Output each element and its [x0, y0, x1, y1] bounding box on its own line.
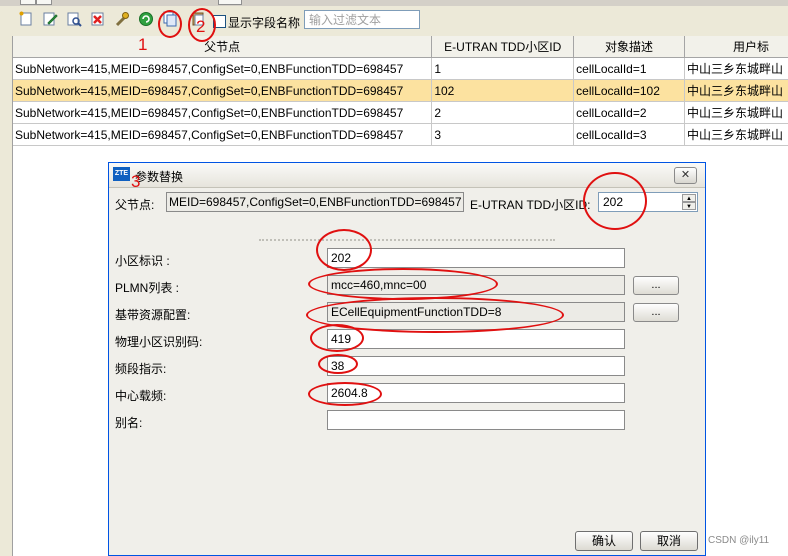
cell-description: cellLocalId=2	[573, 101, 685, 124]
filter-input[interactable]	[304, 10, 420, 29]
cell-user-label: 中山三乡东城畔山	[684, 101, 788, 124]
cell-parent: SubNetwork=415,MEID=698457,ConfigSet=0,E…	[13, 79, 433, 102]
delete-icon[interactable]	[89, 10, 107, 28]
top-tab[interactable]	[20, 0, 36, 5]
annotation-circle	[308, 382, 382, 406]
annotation-circle	[316, 229, 372, 271]
column-header-description[interactable]: 对象描述	[573, 36, 685, 58]
plmn-list-browse-button[interactable]: ...	[633, 276, 679, 295]
table-row-selected[interactable]: SubNetwork=415,MEID=698457,ConfigSet=0,E…	[13, 79, 788, 102]
alias-field[interactable]	[327, 410, 625, 430]
zte-logo: ZTE	[113, 167, 130, 181]
cell-cell-id: 2	[431, 101, 575, 124]
spinner-down-icon[interactable]: ▼	[682, 202, 696, 210]
top-tab[interactable]	[36, 0, 52, 5]
field-label-center-frequency: 中心载频:	[115, 389, 167, 403]
cell-description: cellLocalId=102	[573, 79, 685, 102]
wrench-icon[interactable]	[113, 10, 131, 28]
cell-cell-id: 3	[431, 123, 575, 146]
show-field-names-label: 显示字段名称	[228, 16, 301, 30]
watermark: CSDN @ily11	[708, 535, 770, 546]
view-icon[interactable]	[65, 10, 83, 28]
top-tab[interactable]	[218, 0, 242, 5]
annotation-circle	[583, 172, 647, 230]
parent-node-field[interactable]: MEID=698457,ConfigSet=0,ENBFunctionTDD=6…	[166, 192, 464, 212]
cell-cell-id: 102	[431, 79, 575, 102]
field-label-alias: 别名:	[115, 416, 143, 430]
cell-cell-id: 1	[431, 57, 575, 80]
cell-parent: SubNetwork=415,MEID=698457,ConfigSet=0,E…	[13, 123, 433, 146]
table-header-row: 父节点 E-UTRAN TDD小区ID 对象描述 用户标	[13, 36, 788, 58]
edit-icon[interactable]	[41, 10, 59, 28]
annotation-circle	[310, 324, 364, 352]
field-label-cell-identity: 小区标识 :	[115, 254, 170, 268]
field-label-plmn-list: PLMN列表 :	[115, 281, 180, 295]
close-button[interactable]: ✕	[674, 167, 697, 184]
ok-button[interactable]: 确认	[575, 531, 633, 551]
annotation-number: 1	[138, 35, 148, 54]
cell-description: cellLocalId=3	[573, 123, 685, 146]
cell-description: cellLocalId=1	[573, 57, 685, 80]
cell-id-label: E-UTRAN TDD小区ID:	[470, 198, 591, 212]
table-row[interactable]: SubNetwork=415,MEID=698457,ConfigSet=0,E…	[13, 57, 788, 80]
left-gutter	[0, 36, 12, 556]
parent-node-label: 父节点:	[115, 198, 155, 212]
annotation-number: 2	[196, 17, 206, 36]
column-header-cell-id[interactable]: E-UTRAN TDD小区ID	[431, 36, 575, 58]
cell-parent: SubNetwork=415,MEID=698457,ConfigSet=0,E…	[13, 57, 433, 80]
annotation-number: 3	[131, 172, 141, 191]
column-header-parent[interactable]: 父节点	[13, 36, 433, 58]
annotation-circle	[318, 354, 358, 374]
spinner-up-icon[interactable]: ▲	[682, 194, 696, 202]
new-icon[interactable]	[17, 10, 35, 28]
annotation-circle	[308, 268, 498, 300]
refresh-icon[interactable]	[137, 10, 155, 28]
separator	[259, 239, 555, 241]
band-indicator-field[interactable]: 38	[327, 356, 625, 376]
cancel-button[interactable]: 取消	[640, 531, 698, 551]
field-label-pci: 物理小区识别码:	[115, 335, 203, 349]
field-label-band-indicator: 频段指示:	[115, 362, 167, 376]
table-row[interactable]: SubNetwork=415,MEID=698457,ConfigSet=0,E…	[13, 101, 788, 124]
column-header-user-label[interactable]: 用户标	[684, 36, 788, 58]
table-row[interactable]: SubNetwork=415,MEID=698457,ConfigSet=0,E…	[13, 123, 788, 146]
baseband-resource-browse-button[interactable]: ...	[633, 303, 679, 322]
cell-user-label: 中山三乡东城畔山	[684, 123, 788, 146]
cell-user-label: 中山三乡东城畔山	[684, 79, 788, 102]
field-label-baseband-resource: 基带资源配置:	[115, 308, 191, 322]
dialog-title: 参数替换	[135, 170, 184, 184]
cell-parent: SubNetwork=415,MEID=698457,ConfigSet=0,E…	[13, 101, 433, 124]
annotation-circle	[158, 10, 182, 38]
toolbar: 显示字段名称	[0, 6, 788, 36]
cell-user-label: 中山三乡东城畔山	[684, 57, 788, 80]
